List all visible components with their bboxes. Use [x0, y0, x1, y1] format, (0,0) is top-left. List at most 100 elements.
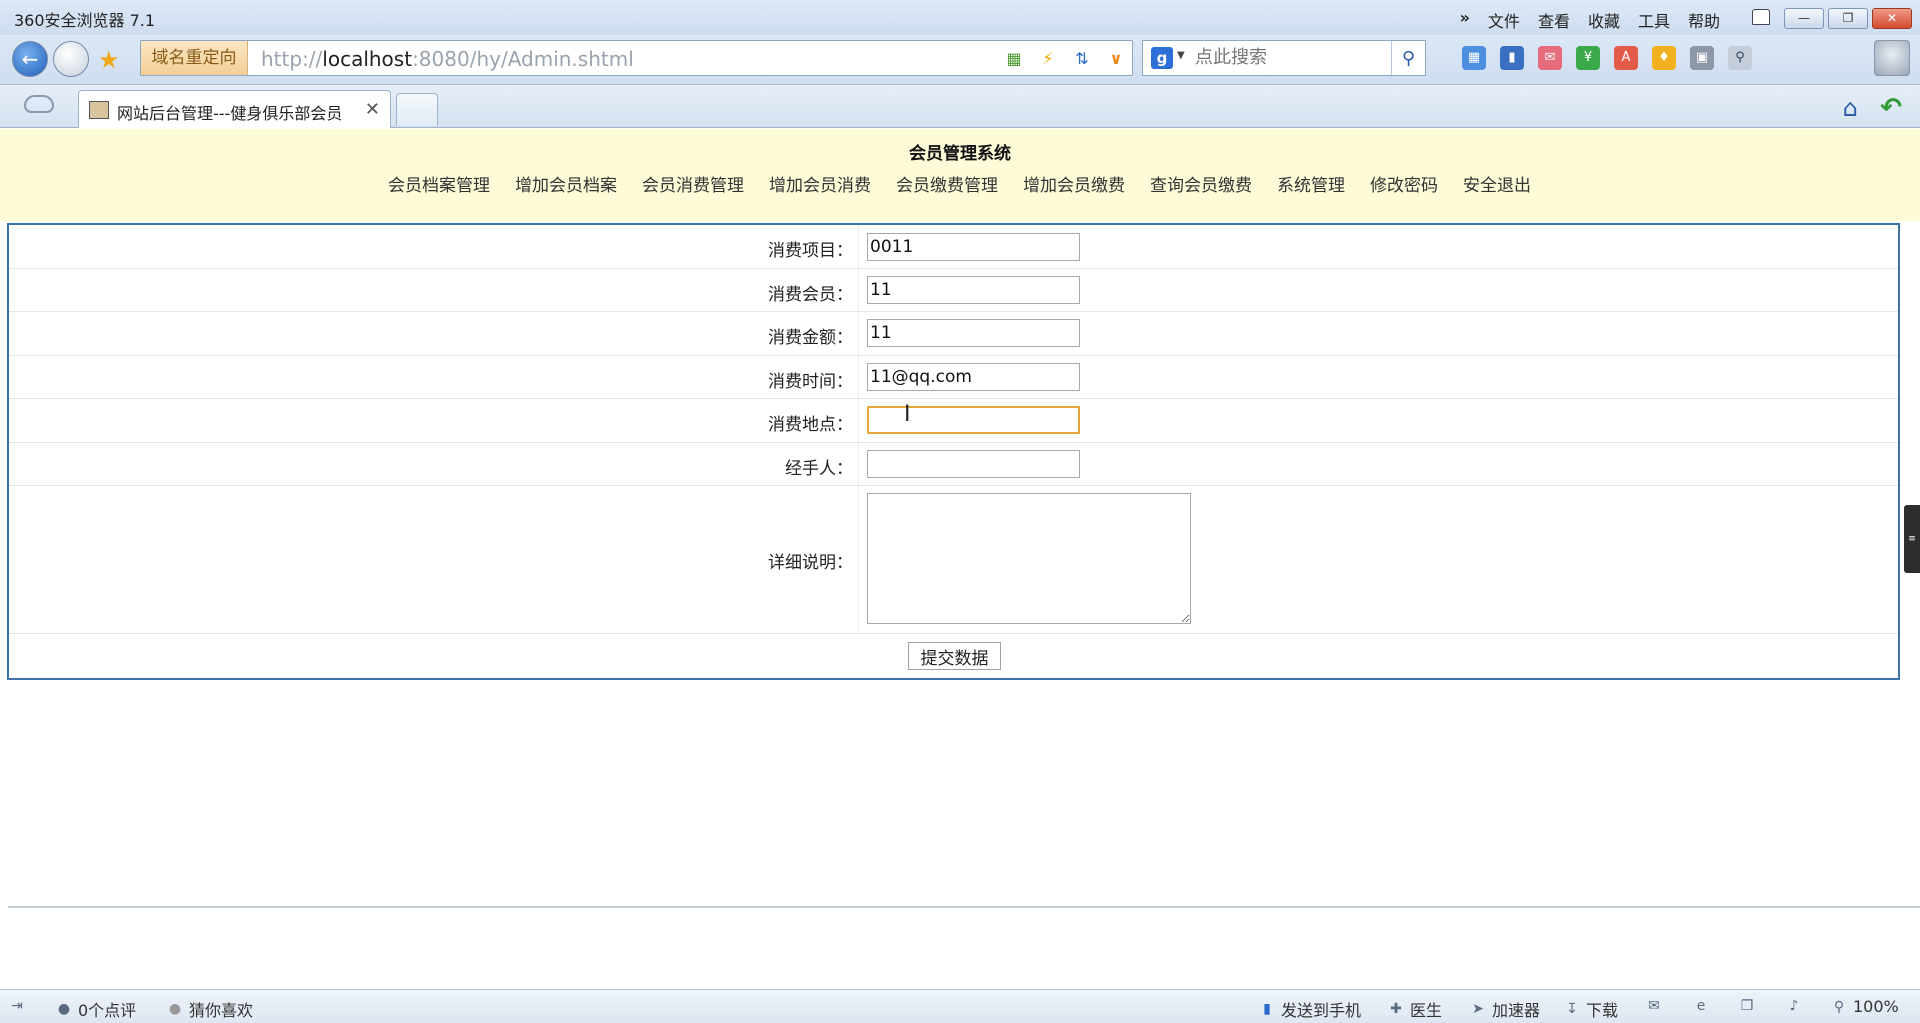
ie-mode-button[interactable]: e — [1692, 997, 1710, 1015]
doctor-button[interactable]: ✚ 医生 — [1387, 997, 1442, 1021]
new-tab-button[interactable] — [396, 93, 438, 126]
user-avatar[interactable] — [1874, 40, 1910, 76]
back-button[interactable]: ← — [12, 41, 48, 77]
zoom-button[interactable]: ⚲ 100% — [1830, 997, 1899, 1016]
favorite-star-icon[interactable]: ★ — [98, 46, 120, 74]
window-icon: ❐ — [1740, 998, 1754, 1014]
handler-input[interactable] — [867, 450, 1080, 478]
row-divider — [858, 486, 859, 633]
extension-toolbar: ▦ ▮ ✉ ¥ A ♦ ▣ ⚲ — [1462, 46, 1752, 70]
apps-grid-icon[interactable]: ▦ — [1462, 46, 1486, 70]
tab-close-icon[interactable]: ✕ — [365, 99, 380, 120]
phone-icon: ▮ — [1263, 1001, 1271, 1017]
restore-button[interactable]: ❐ — [1828, 8, 1868, 29]
form-row-location: 消费地点： — [9, 399, 1898, 443]
screenshot-icon[interactable]: ▣ — [1690, 46, 1714, 70]
close-window-button[interactable]: ✕ — [1872, 8, 1912, 29]
domain-redirect-tag[interactable]: 域名重定向 — [141, 41, 248, 75]
side-panel-tab[interactable]: ≡ — [1904, 505, 1920, 573]
location-input[interactable] — [867, 406, 1080, 434]
send-to-phone-label: 发送到手机 — [1281, 1001, 1362, 1020]
nav-add-member-record[interactable]: 增加会员档案 — [515, 171, 617, 196]
address-bar-icons: ▦ ⚡ ⇅ ∨ — [1002, 46, 1128, 70]
row-divider — [858, 443, 859, 485]
browser-nav-bar: ← ★ 域名重定向 http://localhost:8080/hy/Admin… — [0, 35, 1920, 85]
address-dropdown-icon[interactable]: ∨ — [1104, 46, 1128, 70]
nav-system-management[interactable]: 系统管理 — [1277, 171, 1345, 196]
member-input[interactable] — [867, 276, 1080, 304]
mail-icon[interactable]: ✉ — [1538, 46, 1562, 70]
zoom-search-icon[interactable]: ⚲ — [1728, 46, 1752, 70]
search-engine-icon[interactable]: g — [1151, 47, 1173, 69]
search-icon[interactable]: ⚲ — [1391, 41, 1425, 75]
row-divider — [858, 356, 859, 398]
item-input[interactable] — [867, 233, 1080, 261]
detail-textarea[interactable] — [867, 493, 1191, 624]
sidebar-toggle-icon: ⇥ — [11, 998, 23, 1014]
search-input[interactable] — [1195, 47, 1375, 68]
nav-add-member-consumption[interactable]: 增加会员消费 — [769, 171, 871, 196]
shield-icon[interactable]: ¥ — [1576, 46, 1600, 70]
nav-member-payments[interactable]: 会员缴费管理 — [896, 171, 998, 196]
field-label-time: 消费时间： — [768, 372, 853, 392]
guess-you-like-button[interactable]: ● 猜你喜欢 — [166, 997, 253, 1021]
form-row-time: 消费时间： — [9, 356, 1898, 399]
tab-title: 网站后台管理---健身俱乐部会员 — [117, 104, 343, 123]
cloud-icon[interactable] — [24, 95, 54, 113]
form-row-amount: 消费金额： — [9, 312, 1898, 356]
admin-nav-menu: 会员档案管理 增加会员档案 会员消费管理 增加会员消费 会员缴费管理 增加会员缴… — [388, 171, 1531, 196]
download-button[interactable]: ↧ 下载 — [1563, 997, 1618, 1021]
form-row-member: 消费会员： — [9, 269, 1898, 312]
skin-icon[interactable] — [1752, 9, 1770, 25]
menu-view[interactable]: 查看 — [1538, 8, 1570, 32]
menu-more-icon[interactable]: » — [1460, 8, 1470, 32]
accelerator-button[interactable]: ➤ 加速器 — [1469, 997, 1540, 1021]
tab-admin[interactable]: 网站后台管理---健身俱乐部会员 ✕ — [78, 90, 391, 128]
nav-query-member-payment[interactable]: 查询会员缴费 — [1150, 171, 1252, 196]
guess-label: 猜你喜欢 — [189, 1001, 254, 1020]
submit-button[interactable]: 提交数据 — [908, 642, 1001, 670]
page-header: 会员管理系统 会员档案管理 增加会员档案 会员消费管理 增加会员消费 会员缴费管… — [0, 129, 1920, 221]
menu-help[interactable]: 帮助 — [1688, 8, 1720, 32]
form-row-detail: 详细说明： — [9, 486, 1898, 634]
return-arrow-icon[interactable]: ↶ — [1880, 93, 1902, 123]
field-label-item: 消费项目： — [768, 241, 853, 261]
ie-icon: e — [1696, 998, 1706, 1014]
compat-mode-icon[interactable]: ⇅ — [1070, 46, 1094, 70]
text-cursor-icon: I — [904, 402, 911, 427]
arrow-left-icon: ← — [21, 47, 39, 71]
nav-add-member-payment[interactable]: 增加会员缴费 — [1023, 171, 1125, 196]
zoom-icon: ⚲ — [1833, 998, 1845, 1015]
search-engine-caret-icon[interactable]: ▼ — [1177, 50, 1185, 61]
menu-favorites[interactable]: 收藏 — [1588, 8, 1620, 32]
sidebar-toggle-button[interactable]: ⇥ — [8, 997, 26, 1015]
url-text[interactable]: http://localhost:8080/hy/Admin.shtml — [261, 47, 634, 71]
time-input[interactable] — [867, 363, 1080, 391]
nav-member-consumption[interactable]: 会员消费管理 — [642, 171, 744, 196]
comments-button[interactable]: ● 0个点评 — [55, 997, 136, 1021]
menu-tools[interactable]: 工具 — [1638, 8, 1670, 32]
address-bar[interactable]: 域名重定向 http://localhost:8080/hy/Admin.sht… — [140, 40, 1133, 76]
form-row-item: 消费项目： — [9, 225, 1898, 269]
browser-menu-bar: » 文件 查看 收藏 工具 帮助 — [1460, 8, 1720, 32]
forward-button[interactable] — [53, 41, 89, 77]
translate-icon[interactable]: A — [1614, 46, 1638, 70]
game-icon[interactable]: ♦ — [1652, 46, 1676, 70]
accelerator-label: 加速器 — [1492, 1001, 1541, 1020]
url-scheme: http:// — [261, 47, 323, 71]
nav-logout[interactable]: 安全退出 — [1463, 171, 1531, 196]
speaker-icon: ♪ — [1789, 998, 1799, 1014]
amount-input[interactable] — [867, 319, 1080, 347]
volume-button[interactable]: ♪ — [1785, 997, 1803, 1015]
nav-member-records[interactable]: 会员档案管理 — [388, 171, 490, 196]
window-mode-button[interactable]: ❐ — [1738, 997, 1756, 1015]
minimize-button[interactable]: — — [1784, 8, 1824, 29]
translate-status-button[interactable]: ✉ — [1645, 997, 1663, 1015]
qr-code-icon[interactable]: ▦ — [1002, 46, 1026, 70]
stats-icon[interactable]: ▮ — [1500, 46, 1524, 70]
home-icon[interactable]: ⌂ — [1843, 94, 1858, 122]
menu-file[interactable]: 文件 — [1488, 8, 1520, 32]
nav-change-password[interactable]: 修改密码 — [1370, 171, 1438, 196]
send-to-phone-button[interactable]: ▮ 发送到手机 — [1258, 997, 1361, 1021]
speed-mode-icon[interactable]: ⚡ — [1036, 46, 1060, 70]
